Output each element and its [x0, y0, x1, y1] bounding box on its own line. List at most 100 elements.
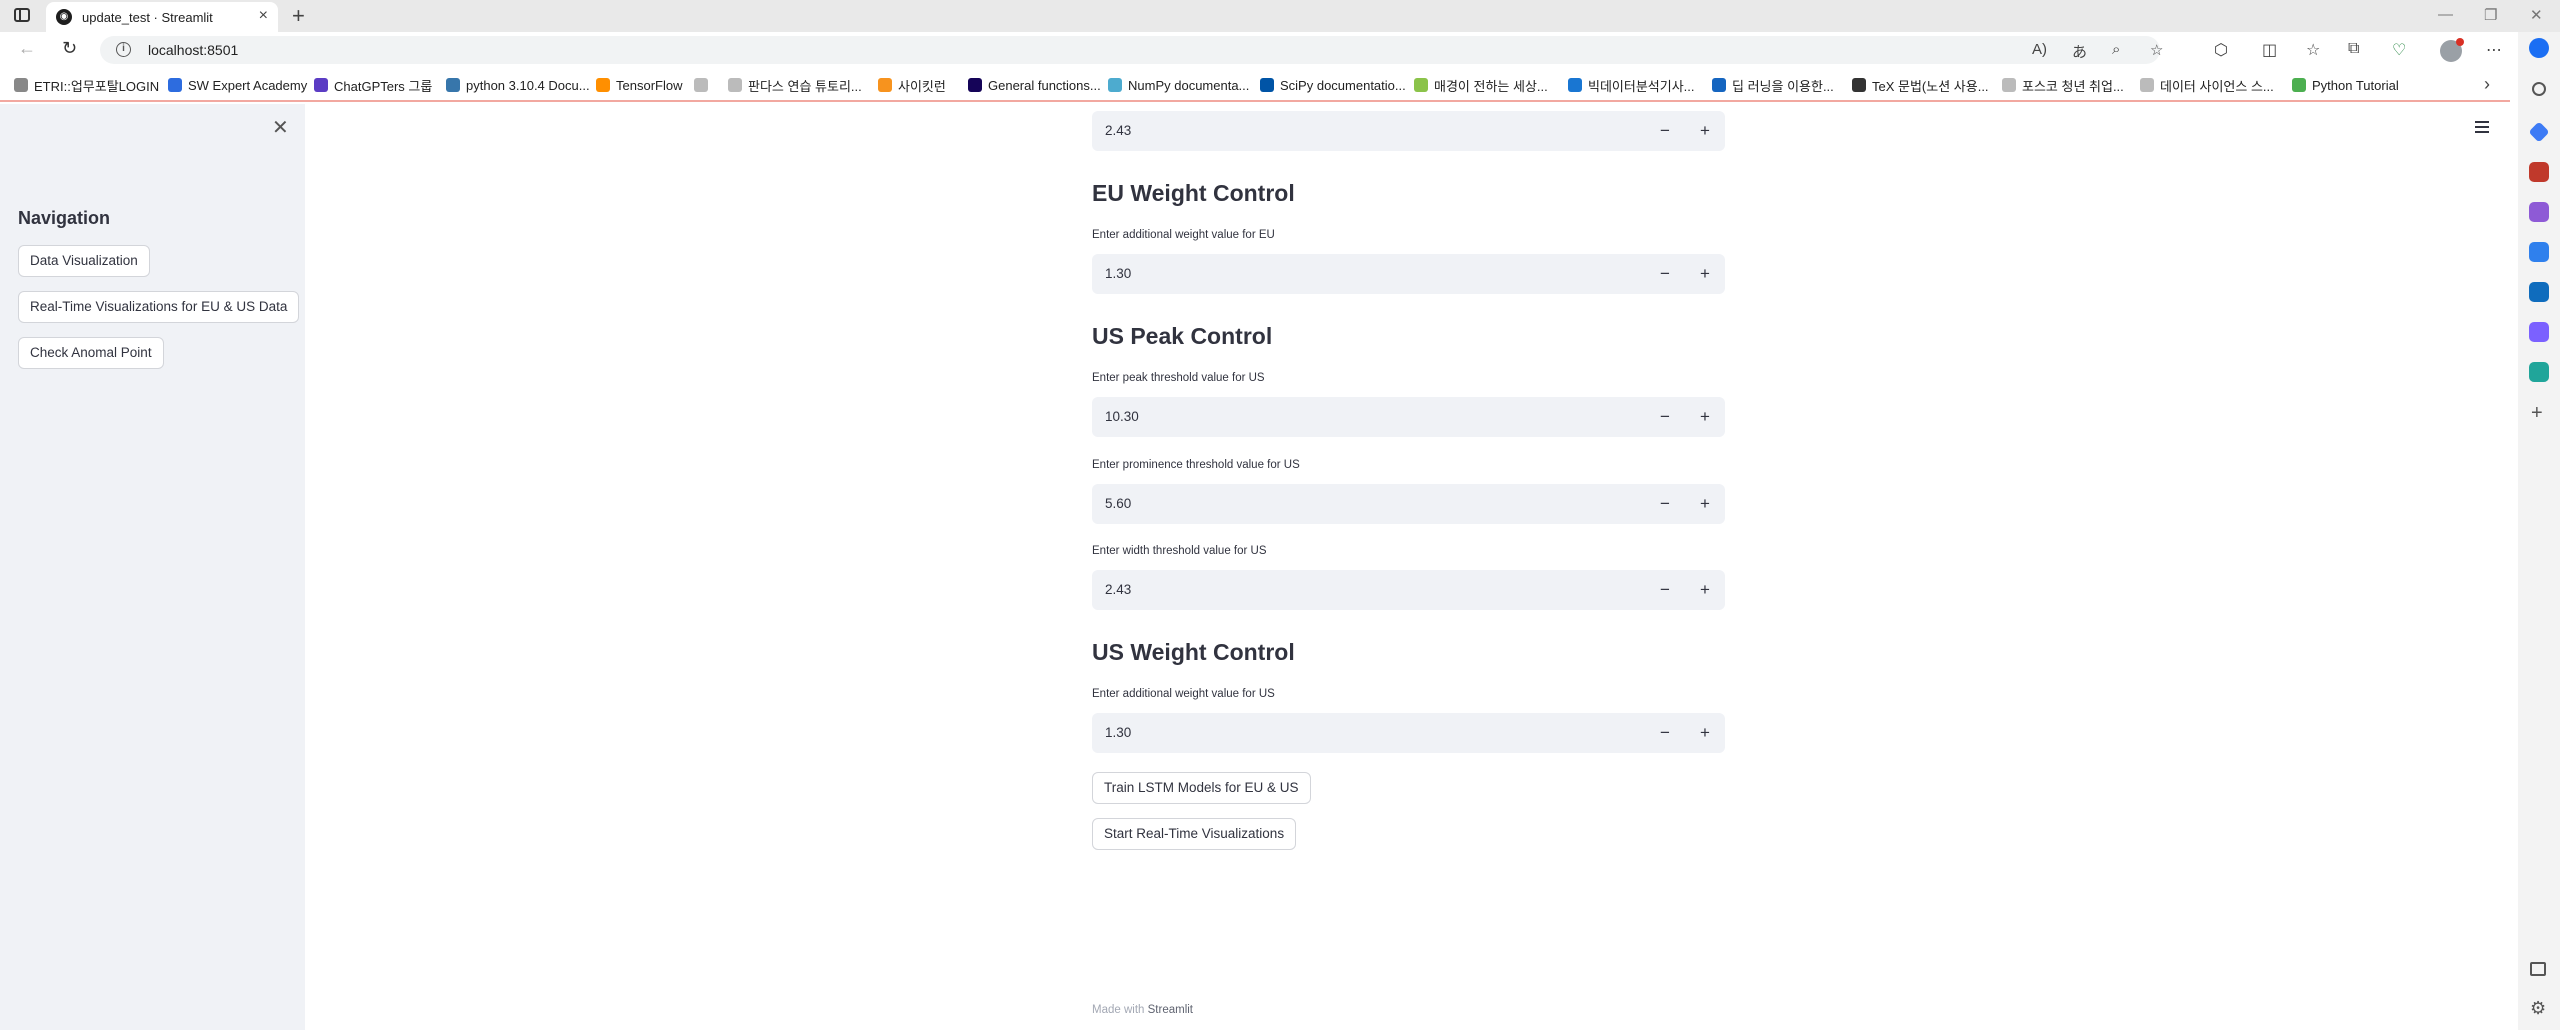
profile-avatar[interactable]	[2440, 38, 2464, 62]
bookmark-label: ETRI::업무포탈LOGIN	[34, 78, 160, 94]
bookmark-icon	[1712, 78, 1726, 92]
decrement-button[interactable]: −	[1645, 713, 1685, 753]
tab-actions-icon[interactable]	[14, 8, 30, 22]
us-peak-threshold-input[interactable]: 10.30 − +	[1092, 397, 1725, 437]
search-icon[interactable]	[2532, 82, 2546, 96]
bookmark-icon	[14, 78, 28, 92]
increment-button[interactable]: +	[1685, 570, 1725, 610]
main-menu-icon[interactable]	[2475, 121, 2489, 133]
main-content	[305, 104, 2518, 1030]
bookmark-item[interactable]: Python Tutorial	[2292, 77, 2399, 93]
bookmark-item[interactable]: ETRI::업무포탈LOGIN	[14, 77, 160, 94]
bookmark-item[interactable]: TeX 문법(노션 사용...	[1852, 77, 1989, 94]
check-anomal-point-button[interactable]: Check Anomal Point	[18, 337, 164, 369]
footer-prefix: Made with	[1092, 1004, 1145, 1016]
us-peak-control-heading: US Peak Control	[1092, 323, 1273, 349]
bookmark-item[interactable]: 사이킷런	[878, 77, 946, 94]
games-icon[interactable]	[2529, 202, 2549, 222]
split-screen-icon[interactable]: ◫	[2262, 40, 2277, 60]
decrement-button[interactable]: −	[1645, 484, 1685, 524]
tools-icon[interactable]	[2529, 162, 2549, 182]
browser-essentials-icon[interactable]: ♡	[2392, 40, 2406, 60]
increment-button[interactable]: +	[1685, 254, 1725, 294]
minimize-icon[interactable]: —	[2438, 6, 2453, 23]
drop-icon[interactable]	[2529, 362, 2549, 382]
outlook-icon[interactable]	[2529, 282, 2549, 302]
us-peak-threshold-label: Enter peak threshold value for US	[1092, 372, 1265, 384]
us-weight-input[interactable]: 1.30 − +	[1092, 713, 1725, 753]
decrement-button[interactable]: −	[1645, 111, 1685, 151]
start-realtime-visualizations-button[interactable]: Start Real-Time Visualizations	[1092, 818, 1297, 850]
hide-sidebar-icon[interactable]	[2530, 962, 2546, 976]
bookmark-label: 사이킷런	[898, 78, 946, 94]
bookmark-icon	[2140, 78, 2154, 92]
increment-button[interactable]: +	[1685, 111, 1725, 151]
browser-tab-bar: ◉ update_test · Streamlit × + — ❐ ✕	[0, 0, 2560, 32]
increment-button[interactable]: +	[1685, 713, 1725, 753]
zoom-icon[interactable]: ⌕	[2112, 41, 2120, 58]
bookmark-icon	[1260, 78, 1274, 92]
extensions-icon[interactable]: ⬡	[2214, 40, 2228, 60]
bookmark-label: 포스코 청년 취업...	[2022, 78, 2124, 94]
sidebar-settings-icon[interactable]: ⚙	[2530, 998, 2546, 1019]
restore-icon[interactable]: ❐	[2484, 6, 2497, 24]
bookmark-item[interactable]: General functions...	[968, 77, 1101, 93]
bookmark-item[interactable]: ChatGPTers 그룹	[314, 77, 432, 94]
bookmark-item[interactable]: 매경이 전하는 세상...	[1414, 77, 1548, 94]
bookmark-item[interactable]: 빅데이터분석기사...	[1568, 77, 1695, 94]
us-prominence-threshold-input[interactable]: 5.60 − +	[1092, 484, 1725, 524]
microsoft-365-icon[interactable]	[2529, 242, 2549, 262]
collections-icon[interactable]: ⧉	[2348, 40, 2359, 58]
bookmark-label: 데이터 사이언스 스...	[2160, 78, 2274, 94]
increment-button[interactable]: +	[1685, 484, 1725, 524]
add-sidebar-app-icon[interactable]: +	[2531, 402, 2543, 425]
decrement-button[interactable]: −	[1645, 397, 1685, 437]
new-tab-icon[interactable]: +	[292, 3, 305, 29]
us-width-threshold-input[interactable]: 2.43 − +	[1092, 570, 1725, 610]
copilot-icon[interactable]	[2529, 38, 2549, 58]
reload-icon[interactable]: ↻	[62, 38, 77, 59]
increment-button[interactable]: +	[1685, 397, 1725, 437]
url-field[interactable]: i localhost:8501 A) あ ⌕ ☆	[100, 36, 2163, 64]
decrement-button[interactable]: −	[1645, 570, 1685, 610]
bookmark-label: 빅데이터분석기사...	[1588, 78, 1695, 94]
bookmark-icon	[2292, 78, 2306, 92]
more-menu-icon[interactable]: ⋯	[2486, 40, 2502, 60]
designer-icon[interactable]	[2529, 322, 2549, 342]
bookmark-item[interactable]: 데이터 사이언스 스...	[2140, 77, 2274, 94]
tab-close-icon[interactable]: ×	[259, 7, 268, 25]
favorite-star-icon[interactable]: ☆	[2150, 41, 2163, 59]
address-bar-row: ← ↻ i localhost:8501 A) あ ⌕ ☆ ⬡ ◫ ☆ ⧉ ♡ …	[0, 32, 2560, 68]
site-info-icon[interactable]: i	[116, 42, 131, 57]
streamlit-favicon-icon: ◉	[56, 9, 72, 25]
shopping-icon[interactable]	[2528, 121, 2550, 143]
bookmark-item[interactable]: 포스코 청년 취업...	[2002, 77, 2124, 94]
input-value: 5.60	[1105, 496, 1132, 511]
streamlit-link[interactable]: Streamlit	[1148, 1004, 1193, 1016]
realtime-visualizations-button[interactable]: Real-Time Visualizations for EU & US Dat…	[18, 291, 300, 323]
bookmark-item[interactable]: python 3.10.4 Docu...	[446, 77, 590, 93]
bookmark-item[interactable]: SciPy documentatio...	[1260, 77, 1406, 93]
decrement-button[interactable]: −	[1645, 254, 1685, 294]
bookmark-icon	[168, 78, 182, 92]
back-icon[interactable]: ←	[18, 38, 36, 59]
translate-icon[interactable]: あ	[2072, 41, 2087, 62]
bookmarks-overflow-icon[interactable]: ›	[2484, 74, 2490, 95]
train-lstm-button[interactable]: Train LSTM Models for EU & US	[1092, 772, 1311, 804]
bookmark-item[interactable]: 판다스 연습 튜토리...	[728, 77, 862, 94]
eu-weight-input[interactable]: 1.30 − +	[1092, 254, 1725, 294]
close-sidebar-icon[interactable]: ✕	[272, 115, 289, 140]
number-input[interactable]: 2.43 − +	[1092, 111, 1725, 151]
bookmark-item[interactable]: 딥 러닝을 이용한...	[1712, 77, 1834, 94]
browser-tab[interactable]: ◉ update_test · Streamlit ×	[46, 2, 278, 32]
bookmark-item[interactable]: NumPy documenta...	[1108, 77, 1249, 93]
eu-weight-control-heading: EU Weight Control	[1092, 180, 1295, 206]
bookmark-item[interactable]: SW Expert Academy	[168, 77, 307, 93]
bookmark-item[interactable]: TensorFlow	[596, 77, 682, 93]
bookmark-item[interactable]	[694, 77, 714, 93]
data-visualization-button[interactable]: Data Visualization	[18, 245, 150, 277]
favorites-icon[interactable]: ☆	[2306, 40, 2320, 60]
bookmark-label: Python Tutorial	[2312, 77, 2399, 93]
read-aloud-icon[interactable]: A)	[2032, 41, 2047, 58]
close-window-icon[interactable]: ✕	[2530, 6, 2543, 24]
